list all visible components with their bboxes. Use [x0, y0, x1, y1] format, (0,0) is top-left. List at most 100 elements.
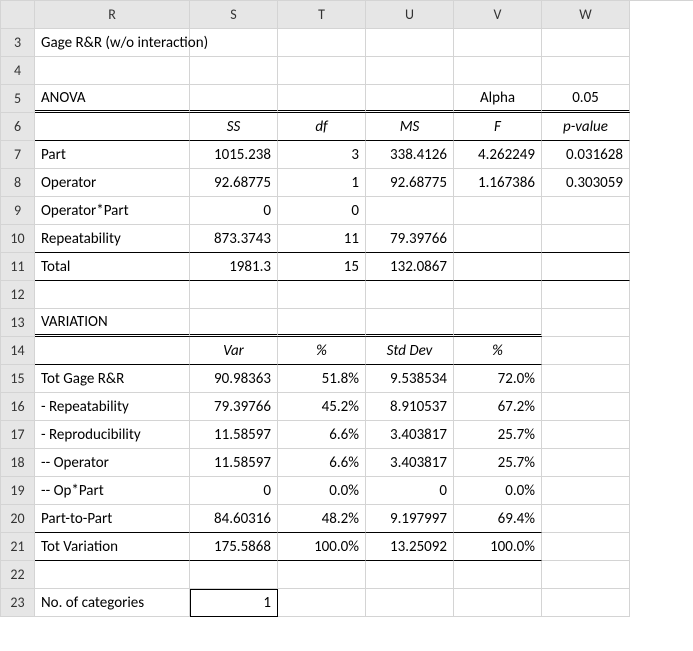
cell[interactable] [542, 561, 630, 589]
cell[interactable] [454, 57, 542, 85]
cell[interactable] [35, 337, 190, 365]
cell[interactable] [542, 29, 630, 57]
anova-cell[interactable]: 92.68775 [366, 169, 454, 197]
row-header[interactable]: 18 [1, 449, 35, 477]
variation-cell[interactable]: 100.0% [454, 533, 542, 561]
row-header[interactable]: 22 [1, 561, 35, 589]
variation-row-label[interactable]: -- Op*Part [35, 477, 190, 505]
anova-cell[interactable]: 4.262249 [454, 141, 542, 169]
variation-cell[interactable]: 9.197997 [366, 505, 454, 533]
variation-cell[interactable]: 25.7% [454, 421, 542, 449]
variation-cell[interactable]: 51.8% [278, 365, 366, 393]
cell[interactable] [542, 281, 630, 309]
cell[interactable] [542, 477, 630, 505]
anova-cell[interactable]: 1 [278, 169, 366, 197]
variation-header-pct2[interactable]: % [454, 337, 542, 365]
variation-row-label[interactable]: Tot Variation [35, 533, 190, 561]
variation-cell[interactable]: 6.6% [278, 421, 366, 449]
anova-cell[interactable]: 11 [278, 225, 366, 253]
anova-cell[interactable] [542, 253, 630, 281]
cell[interactable] [366, 309, 454, 337]
anova-header-pv[interactable]: p-value [542, 113, 630, 141]
row-header[interactable]: 3 [1, 29, 35, 57]
anova-row-label[interactable]: Repeatability [35, 225, 190, 253]
anova-cell[interactable]: 1981.3 [190, 253, 278, 281]
variation-row-label[interactable]: - Reproducibility [35, 421, 190, 449]
cell[interactable] [366, 561, 454, 589]
variation-cell[interactable]: 3.403817 [366, 421, 454, 449]
anova-cell[interactable]: 0 [190, 197, 278, 225]
variation-header-sd[interactable]: Std Dev [366, 337, 454, 365]
anova-header-ss[interactable]: SS [190, 113, 278, 141]
cell[interactable] [278, 309, 366, 337]
row-header[interactable]: 20 [1, 505, 35, 533]
anova-cell[interactable]: 1015.238 [190, 141, 278, 169]
variation-cell[interactable]: 3.403817 [366, 449, 454, 477]
row-header[interactable]: 14 [1, 337, 35, 365]
cell[interactable] [278, 281, 366, 309]
variation-cell[interactable]: 25.7% [454, 449, 542, 477]
row-header[interactable]: 12 [1, 281, 35, 309]
col-header[interactable]: S [190, 1, 278, 29]
cell[interactable] [542, 505, 630, 533]
cell[interactable] [35, 57, 190, 85]
variation-cell[interactable]: 90.98363 [190, 365, 278, 393]
anova-cell[interactable]: 79.39766 [366, 225, 454, 253]
anova-cell[interactable] [454, 197, 542, 225]
anova-header-f[interactable]: F [454, 113, 542, 141]
anova-label[interactable]: ANOVA [35, 85, 190, 113]
categories-value[interactable]: 1 [190, 589, 278, 617]
row-header[interactable]: 10 [1, 225, 35, 253]
variation-label[interactable]: VARIATION [35, 309, 190, 337]
cell[interactable] [542, 393, 630, 421]
variation-cell[interactable]: 100.0% [278, 533, 366, 561]
cell[interactable] [542, 337, 630, 365]
anova-row-label[interactable]: Part [35, 141, 190, 169]
variation-cell[interactable]: 45.2% [278, 393, 366, 421]
variation-cell[interactable]: 0.0% [454, 477, 542, 505]
anova-header-df[interactable]: df [278, 113, 366, 141]
row-header[interactable]: 21 [1, 533, 35, 561]
cell[interactable] [542, 533, 630, 561]
cell[interactable] [190, 57, 278, 85]
variation-header-pct1[interactable]: % [278, 337, 366, 365]
variation-cell[interactable]: 11.58597 [190, 421, 278, 449]
row-header[interactable]: 4 [1, 57, 35, 85]
anova-cell[interactable]: 0.031628 [542, 141, 630, 169]
variation-header-var[interactable]: Var [190, 337, 278, 365]
cell[interactable] [366, 29, 454, 57]
cell[interactable] [542, 589, 630, 617]
cell[interactable] [542, 365, 630, 393]
variation-cell[interactable]: 6.6% [278, 449, 366, 477]
anova-cell[interactable]: 92.68775 [190, 169, 278, 197]
cell[interactable] [190, 561, 278, 589]
col-header[interactable]: W [542, 1, 630, 29]
anova-cell[interactable]: 3 [278, 141, 366, 169]
col-header[interactable]: V [454, 1, 542, 29]
cell[interactable] [278, 57, 366, 85]
variation-row-label[interactable]: -- Operator [35, 449, 190, 477]
row-header[interactable]: 5 [1, 85, 35, 113]
cell[interactable] [35, 113, 190, 141]
anova-row-label[interactable]: Total [35, 253, 190, 281]
cell[interactable] [278, 561, 366, 589]
variation-row-label[interactable]: - Repeatability [35, 393, 190, 421]
cell[interactable] [366, 57, 454, 85]
cell[interactable] [542, 421, 630, 449]
row-header[interactable]: 9 [1, 197, 35, 225]
variation-row-label[interactable]: Tot Gage R&R [35, 365, 190, 393]
variation-cell[interactable]: 48.2% [278, 505, 366, 533]
row-header[interactable]: 16 [1, 393, 35, 421]
cell[interactable] [278, 589, 366, 617]
title-cell[interactable]: Gage R&R (w/o interaction) [35, 29, 190, 57]
row-header[interactable]: 11 [1, 253, 35, 281]
categories-label[interactable]: No. of categories [35, 589, 190, 617]
variation-cell[interactable]: 8.910537 [366, 393, 454, 421]
variation-row-label[interactable]: Part-to-Part [35, 505, 190, 533]
variation-cell[interactable]: 0 [366, 477, 454, 505]
variation-cell[interactable]: 67.2% [454, 393, 542, 421]
anova-row-label[interactable]: Operator*Part [35, 197, 190, 225]
cell[interactable] [454, 561, 542, 589]
cell[interactable] [366, 589, 454, 617]
cell[interactable] [35, 281, 190, 309]
